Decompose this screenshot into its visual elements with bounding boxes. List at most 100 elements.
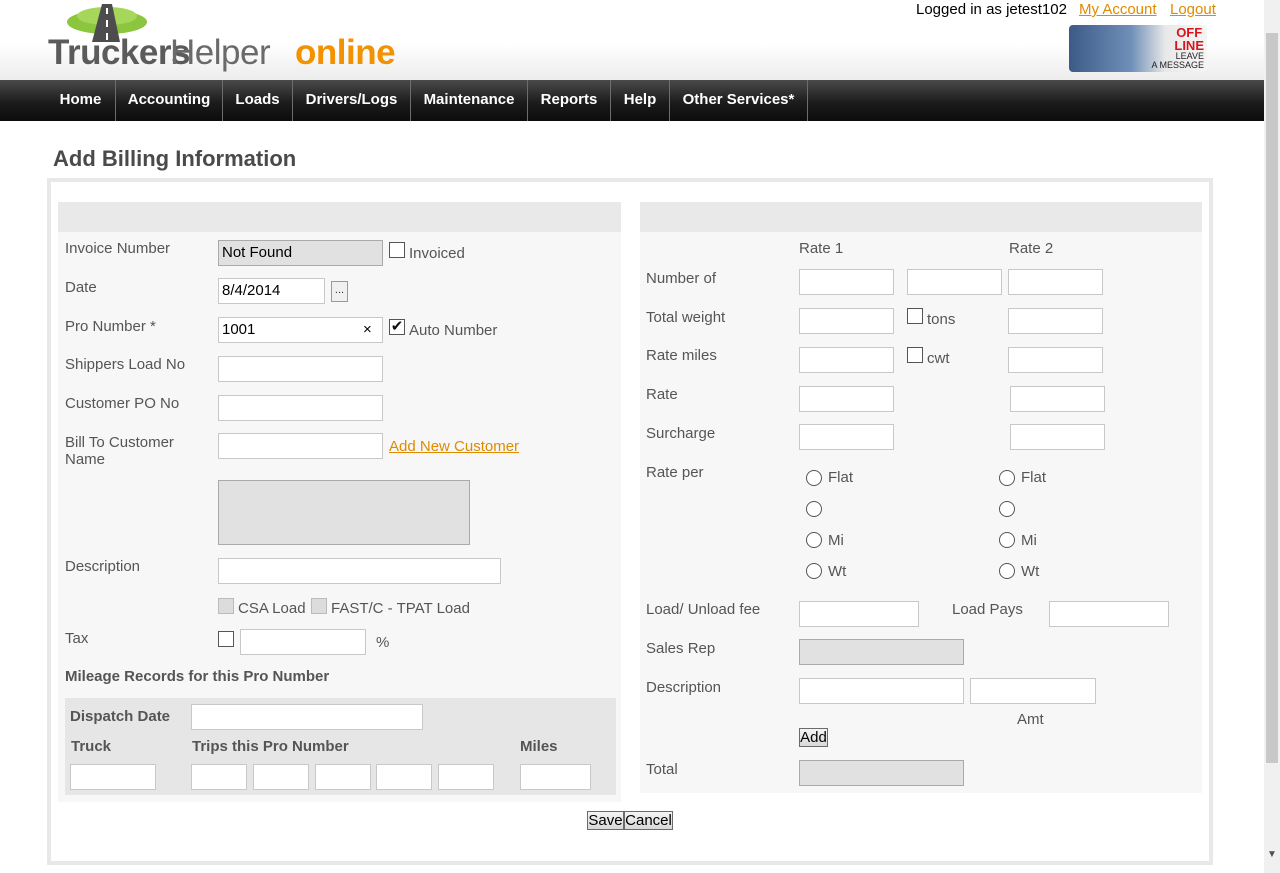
amt-label: Amt	[1017, 711, 1044, 728]
tax-checkbox[interactable]	[218, 631, 234, 647]
rate1-flat-radio[interactable]	[806, 470, 822, 486]
load-pays-label: Load Pays	[952, 601, 1023, 618]
dispatch-date-field[interactable]	[191, 704, 423, 730]
shippers-load-field[interactable]	[218, 356, 383, 382]
number-of-rate1-field[interactable]	[799, 269, 894, 295]
rate-rate2-field[interactable]	[1010, 386, 1105, 412]
rate-label: Rate	[646, 386, 678, 403]
nav-item-other-services[interactable]: Other Services*	[670, 80, 808, 121]
my-account-link[interactable]: My Account	[1079, 1, 1157, 18]
mileage-heading: Mileage Records for this Pro Number	[65, 668, 330, 685]
logo-text-online: online	[295, 33, 396, 72]
fast-tpat-label: FAST/C - TPAT Load	[331, 600, 470, 617]
csa-load-label: CSA Load	[238, 600, 306, 617]
page-title: Add Billing Information	[53, 146, 297, 171]
description-label: Description	[65, 558, 141, 575]
rate-miles-rate2-field[interactable]	[1008, 347, 1103, 373]
total-weight-label: Total weight	[646, 309, 726, 326]
customer-po-field[interactable]	[218, 395, 383, 421]
surcharge-rate2-field[interactable]	[1010, 424, 1105, 450]
total-label: Total	[646, 761, 678, 778]
rate1-mi-radio[interactable]	[806, 532, 822, 548]
nav-item-maintenance[interactable]: Maintenance	[411, 80, 528, 121]
rate-miles-rate1-field[interactable]	[799, 347, 894, 373]
auto-number-checkbox[interactable]: ✔	[389, 319, 405, 335]
trip-field-3[interactable]	[315, 764, 371, 790]
date-picker-button[interactable]: ...	[331, 281, 348, 302]
main-nav: Home Accounting Loads Drivers/Logs Maint…	[0, 80, 1264, 121]
load-pays-field[interactable]	[1049, 601, 1169, 627]
number-of-extra-field[interactable]	[907, 269, 1002, 295]
cwt-label: cwt	[927, 350, 950, 367]
bill-to-customer-field[interactable]	[218, 433, 383, 459]
nav-item-help[interactable]: Help	[611, 80, 670, 121]
load-unload-label: Load/ Unload fee	[646, 601, 761, 618]
rate-rate1-field[interactable]	[799, 386, 894, 412]
cancel-button[interactable]: Cancel	[624, 811, 673, 830]
surcharge-label: Surcharge	[646, 425, 716, 442]
truck-field[interactable]	[70, 764, 156, 790]
customer-address-box	[218, 480, 470, 545]
logout-link[interactable]: Logout	[1170, 1, 1216, 18]
logo-text-helper: Helper	[170, 33, 271, 72]
nav-item-reports[interactable]: Reports	[528, 80, 611, 121]
trip-field-1[interactable]	[191, 764, 247, 790]
nav-item-home[interactable]: Home	[46, 80, 116, 121]
cwt-checkbox[interactable]	[907, 347, 923, 363]
rate1-wt-label: Wt	[828, 563, 847, 580]
fast-tpat-checkbox	[311, 598, 327, 614]
nav-item-accounting[interactable]: Accounting	[116, 80, 223, 121]
live-chat-badge[interactable]: OFF LINE LEAVE A MESSAGE	[1069, 25, 1207, 72]
description-field[interactable]	[218, 558, 501, 584]
number-of-rate2-field[interactable]	[1008, 269, 1103, 295]
rate2-flat-radio[interactable]	[999, 470, 1015, 486]
scroll-down-icon[interactable]: ▼	[1264, 847, 1280, 863]
rate2-flat-label: Flat	[1021, 469, 1047, 486]
pro-number-field[interactable]: 1001	[218, 317, 383, 343]
right-description-field[interactable]	[799, 678, 964, 704]
chat-status: OFF LINE	[1174, 25, 1204, 53]
total-weight-rate2-field[interactable]	[1008, 308, 1103, 334]
tax-label: Tax	[65, 630, 89, 647]
tons-checkbox[interactable]	[907, 308, 923, 324]
rate2-blank-radio[interactable]	[999, 501, 1015, 517]
customer-po-label: Customer PO No	[65, 395, 180, 412]
nav-item-drivers-logs[interactable]: Drivers/Logs	[293, 80, 411, 121]
add-button[interactable]: Add	[799, 728, 828, 747]
rate2-wt-label: Wt	[1021, 563, 1040, 580]
total-weight-rate1-field[interactable]	[799, 308, 894, 334]
load-unload-field[interactable]	[799, 601, 919, 627]
truck-label: Truck	[71, 738, 112, 755]
nav-item-loads[interactable]: Loads	[223, 80, 293, 121]
clear-icon[interactable]: ×	[363, 321, 372, 338]
save-button[interactable]: Save	[587, 811, 624, 830]
trip-field-2[interactable]	[253, 764, 309, 790]
invoice-number-field: Not Found	[218, 240, 383, 266]
miles-label: Miles	[520, 738, 558, 755]
login-status: Logged in as jetest102	[916, 1, 1067, 18]
scrollbar-thumb[interactable]	[1266, 33, 1278, 763]
rate2-label: Rate 2	[1009, 240, 1054, 257]
add-new-customer-link[interactable]: Add New Customer	[389, 438, 519, 455]
number-of-label: Number of	[646, 270, 717, 287]
rate2-mi-radio[interactable]	[999, 532, 1015, 548]
miles-field[interactable]	[520, 764, 591, 790]
rate2-mi-label: Mi	[1021, 532, 1037, 549]
rate1-wt-radio[interactable]	[806, 563, 822, 579]
tax-field[interactable]	[240, 629, 366, 655]
amt-field[interactable]	[970, 678, 1096, 704]
surcharge-rate1-field[interactable]	[799, 424, 894, 450]
date-label: Date	[65, 279, 97, 296]
invoiced-label: Invoiced	[409, 245, 465, 262]
rate2-wt-radio[interactable]	[999, 563, 1015, 579]
date-field[interactable]: 8/4/2014	[218, 278, 325, 304]
invoiced-checkbox[interactable]	[389, 242, 405, 258]
rate-per-label: Rate per	[646, 464, 704, 481]
rate1-label: Rate 1	[799, 240, 844, 257]
trip-field-4[interactable]	[376, 764, 432, 790]
pro-number-label: Pro Number *	[65, 318, 156, 335]
total-field	[799, 760, 964, 786]
shippers-load-label: Shippers Load No	[65, 356, 186, 373]
trip-field-5[interactable]	[438, 764, 494, 790]
rate1-blank-radio[interactable]	[806, 501, 822, 517]
